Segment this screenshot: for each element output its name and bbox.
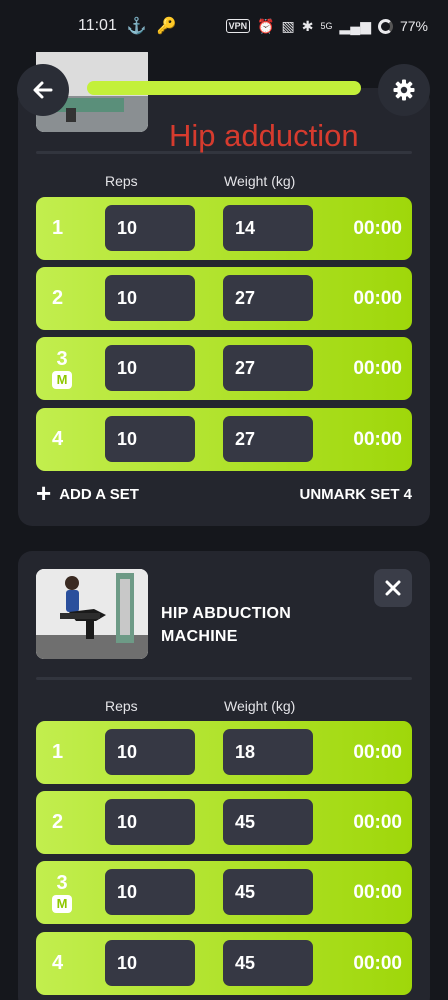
notification-icon: ⚓ bbox=[126, 18, 147, 35]
set-number: 4 bbox=[52, 428, 64, 450]
alarm-icon: ⏰ bbox=[257, 17, 275, 34]
set-number: 3 M bbox=[52, 337, 72, 400]
set-timer[interactable]: 00:00 bbox=[353, 408, 402, 471]
exercise-card: HIP ABDUCTION MACHINE Reps Weight (kg) 1… bbox=[18, 551, 430, 1000]
set-row[interactable]: 2 10 45 00:00 bbox=[36, 791, 412, 854]
exercise-title: HIP ABDUCTION MACHINE bbox=[161, 605, 292, 645]
reps-input[interactable]: 10 bbox=[105, 940, 195, 986]
set-timer[interactable]: 00:00 bbox=[353, 197, 402, 260]
set-timer[interactable]: 00:00 bbox=[353, 861, 402, 924]
reps-input[interactable]: 10 bbox=[105, 416, 195, 462]
weight-input[interactable]: 27 bbox=[223, 345, 313, 391]
reps-input[interactable]: 10 bbox=[105, 345, 195, 391]
weight-input[interactable]: 27 bbox=[223, 416, 313, 462]
weight-input[interactable]: 27 bbox=[223, 275, 313, 321]
weight-column-header: Weight (kg) bbox=[224, 173, 296, 189]
set-row[interactable]: 3 M 10 27 00:00 bbox=[36, 337, 412, 400]
remove-exercise-button[interactable] bbox=[374, 569, 412, 607]
marked-set-badge: M bbox=[52, 370, 72, 389]
vibrate-icon: ▧ bbox=[281, 17, 295, 34]
settings-button[interactable] bbox=[378, 64, 430, 116]
set-timer[interactable]: 00:00 bbox=[353, 337, 402, 400]
exercise-thumbnail[interactable] bbox=[36, 569, 148, 659]
unmark-set-button[interactable]: UNMARK SET 4 bbox=[299, 486, 412, 503]
set-row[interactable]: 3 M 10 45 00:00 bbox=[36, 861, 412, 924]
card-actions: + ADD A SET UNMARK SET 4 bbox=[36, 478, 412, 508]
set-timer[interactable]: 00:00 bbox=[353, 932, 402, 995]
network-label: 5G bbox=[320, 21, 333, 31]
reps-input[interactable]: 10 bbox=[105, 799, 195, 845]
set-number: 4 bbox=[52, 952, 64, 974]
set-number: 1 bbox=[52, 217, 64, 239]
reps-input[interactable]: 10 bbox=[105, 729, 195, 775]
top-bar bbox=[0, 60, 448, 118]
plus-icon: + bbox=[36, 478, 52, 508]
set-number: 2 bbox=[52, 287, 64, 309]
weight-input[interactable]: 18 bbox=[223, 729, 313, 775]
workout-progress-bar bbox=[87, 81, 361, 95]
set-timer[interactable]: 00:00 bbox=[353, 267, 402, 330]
bluetooth-icon: ✱ bbox=[301, 17, 314, 34]
weight-input[interactable]: 45 bbox=[223, 940, 313, 986]
status-time: 11:01 bbox=[78, 17, 117, 34]
signal-icon: ▂▄▆ bbox=[339, 17, 371, 34]
set-number: 2 bbox=[52, 811, 64, 833]
set-row[interactable]: 4 10 27 00:00 bbox=[36, 408, 412, 471]
key-icon: 🔑 bbox=[156, 18, 177, 35]
back-button[interactable] bbox=[17, 64, 69, 116]
reps-input[interactable]: 10 bbox=[105, 275, 195, 321]
close-icon bbox=[385, 580, 401, 596]
marked-set-badge: M bbox=[52, 894, 72, 913]
back-arrow-icon bbox=[33, 81, 53, 99]
reps-column-header: Reps bbox=[105, 173, 138, 189]
weight-input[interactable]: 45 bbox=[223, 799, 313, 845]
weight-input[interactable]: 45 bbox=[223, 869, 313, 915]
vpn-badge: VPN bbox=[225, 19, 251, 33]
reps-input[interactable]: 10 bbox=[105, 869, 195, 915]
gear-icon bbox=[393, 79, 415, 101]
weight-column-header: Weight (kg) bbox=[224, 698, 296, 714]
status-bar: 11:01 ⚓ 🔑 VPN ⏰ ▧ ✱ 5G ▂▄▆ 77% bbox=[0, 0, 448, 52]
battery-level: 77% bbox=[399, 18, 428, 34]
set-row[interactable]: 1 10 18 00:00 bbox=[36, 721, 412, 784]
set-row[interactable]: 2 10 27 00:00 bbox=[36, 267, 412, 330]
set-number: 1 bbox=[52, 741, 64, 763]
add-set-button[interactable]: + ADD A SET bbox=[36, 478, 139, 508]
card-divider bbox=[36, 677, 412, 680]
overlay-exercise-label: Hip adduction bbox=[169, 118, 359, 153]
add-set-label: ADD A SET bbox=[59, 486, 139, 503]
set-row[interactable]: 4 10 45 00:00 bbox=[36, 932, 412, 995]
battery-icon bbox=[377, 18, 393, 34]
set-timer[interactable]: 00:00 bbox=[353, 721, 402, 784]
reps-column-header: Reps bbox=[105, 698, 138, 714]
set-row[interactable]: 1 10 14 00:00 bbox=[36, 197, 412, 260]
set-number: 3 M bbox=[52, 861, 72, 924]
reps-input[interactable]: 10 bbox=[105, 205, 195, 251]
weight-input[interactable]: 14 bbox=[223, 205, 313, 251]
set-timer[interactable]: 00:00 bbox=[353, 791, 402, 854]
